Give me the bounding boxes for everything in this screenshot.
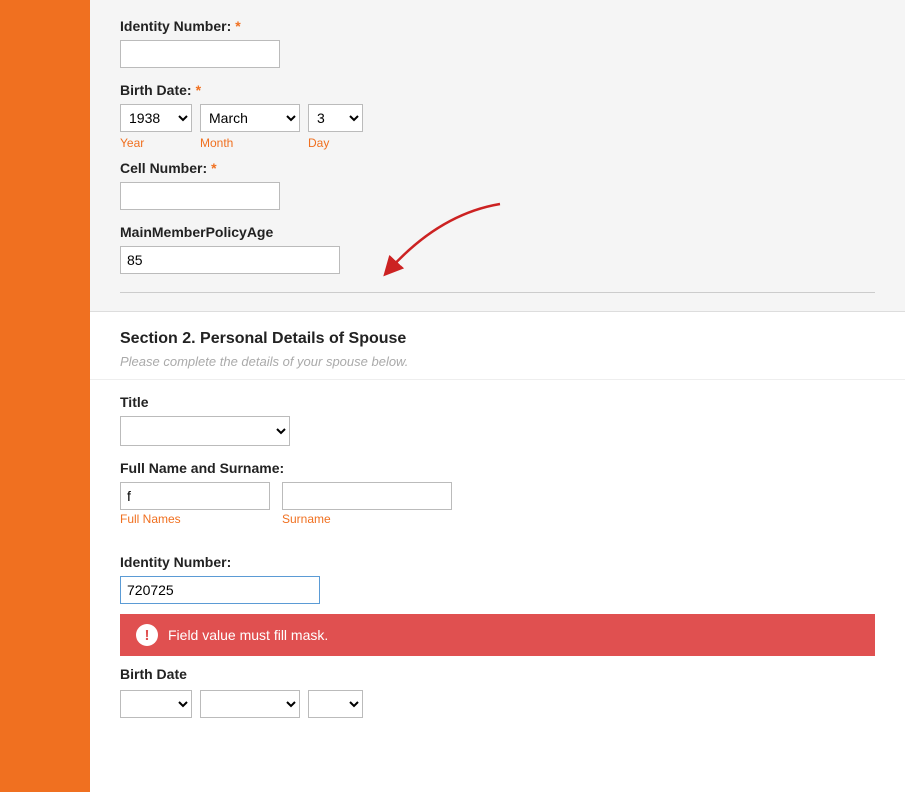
birth2-month-select[interactable] xyxy=(200,690,300,718)
section2-body: Title Mr Mrs Miss Dr Prof Full Name and … xyxy=(90,380,905,540)
birth-date-label: Birth Date:* xyxy=(120,82,875,98)
cell-number-field: Cell Number:* xyxy=(120,160,875,210)
identity2-label: Identity Number: xyxy=(120,554,875,570)
birth2-day-select[interactable] xyxy=(308,690,363,718)
birth-date-label-text: Birth Date: xyxy=(120,82,192,98)
birth-date-required-star: * xyxy=(196,82,201,98)
birth-date-labels: Year Month Day xyxy=(120,136,875,150)
fullname-row: Full Names Surname xyxy=(120,482,875,526)
fullname-field: Full Name and Surname: Full Names Surnam… xyxy=(120,460,875,526)
policy-age-input[interactable] xyxy=(120,246,340,274)
error-message-text: Field value must fill mask. xyxy=(168,627,328,643)
title-field: Title Mr Mrs Miss Dr Prof xyxy=(120,394,875,446)
cell-label-text: Cell Number: xyxy=(120,160,207,176)
cell-input[interactable] xyxy=(120,182,280,210)
section2-title: Section 2. Personal Details of Spouse xyxy=(120,330,875,348)
policy-age-label: MainMemberPolicyAge xyxy=(120,224,875,240)
title-select[interactable]: Mr Mrs Miss Dr Prof xyxy=(120,416,290,446)
identity2-input[interactable] xyxy=(120,576,320,604)
cell-label: Cell Number:* xyxy=(120,160,875,176)
year-select[interactable]: 1935 1936 1937 1938 1939 1940 xyxy=(120,104,192,132)
identity-label-text: Identity Number: xyxy=(120,18,231,34)
day-select[interactable]: 1 2 3 4 5 6 7 xyxy=(308,104,363,132)
cell-required-star: * xyxy=(211,160,216,176)
birth-date2-row xyxy=(120,690,875,718)
fullname-label: Full Name and Surname: xyxy=(120,460,875,476)
year-label: Year xyxy=(120,136,192,150)
main-content: Identity Number:* Birth Date:* 1935 1936… xyxy=(90,0,905,792)
birth-date-field: Birth Date:* 1935 1936 1937 1938 1939 19… xyxy=(120,82,875,150)
error-banner: ! Field value must fill mask. xyxy=(120,614,875,656)
month-label: Month xyxy=(200,136,300,150)
error-exclamation: ! xyxy=(145,627,150,644)
title-field-label: Title xyxy=(120,394,875,410)
surname-group: Surname xyxy=(282,482,452,526)
birth-date-row: 1935 1936 1937 1938 1939 1940 January Fe… xyxy=(120,104,875,132)
surname-input[interactable] xyxy=(282,482,452,510)
identity-number-field: Identity Number:* xyxy=(120,18,875,68)
section1-block: Identity Number:* Birth Date:* 1935 1936… xyxy=(90,0,905,312)
birth-date2-block: Birth Date xyxy=(90,656,905,736)
fullnames-input[interactable] xyxy=(120,482,270,510)
identity-label: Identity Number:* xyxy=(120,18,875,34)
policy-age-field: MainMemberPolicyAge xyxy=(120,224,875,274)
identity-input[interactable] xyxy=(120,40,280,68)
fullnames-group: Full Names xyxy=(120,482,270,526)
birth2-year-select[interactable] xyxy=(120,690,192,718)
section2-subtitle: Please complete the details of your spou… xyxy=(120,354,875,369)
day-label: Day xyxy=(308,136,363,150)
identity-required-star: * xyxy=(235,18,240,34)
section-divider xyxy=(120,292,875,293)
identity2-block: Identity Number: ! Field value must fill… xyxy=(90,540,905,656)
fullnames-sublabel: Full Names xyxy=(120,512,270,526)
month-select[interactable]: January February March April May June Ju… xyxy=(200,104,300,132)
surname-sublabel: Surname xyxy=(282,512,452,526)
section2-header: Section 2. Personal Details of Spouse Pl… xyxy=(90,312,905,380)
birth-date2-label: Birth Date xyxy=(120,666,875,682)
sidebar xyxy=(0,0,90,792)
error-icon: ! xyxy=(136,624,158,646)
